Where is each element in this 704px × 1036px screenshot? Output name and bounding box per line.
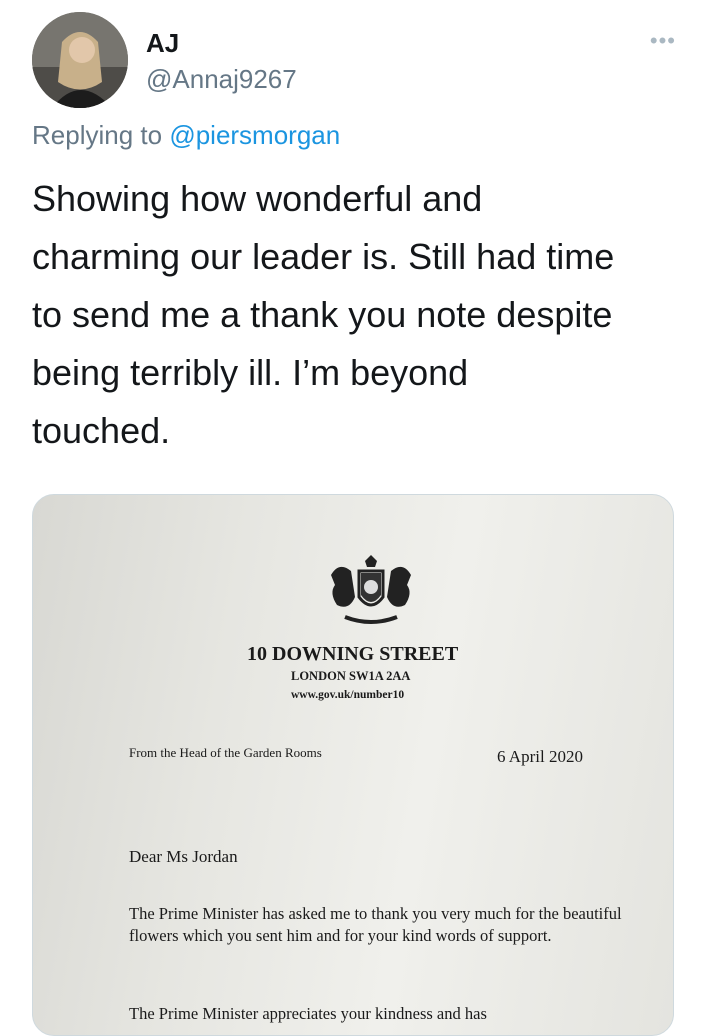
letter-date: 6 April 2020 xyxy=(497,747,583,766)
replying-to-label: Replying to xyxy=(32,120,163,150)
letter-salutation: Dear Ms Jordan xyxy=(129,847,238,866)
letterhead-website: www.gov.uk/number10 xyxy=(291,689,405,701)
letter-paragraph: The Prime Minister has asked me to thank… xyxy=(129,904,622,945)
letterhead-address: LONDON SW1A 2AA xyxy=(291,669,411,683)
display-name[interactable]: AJ xyxy=(146,28,179,59)
letterhead-title: 10 DOWNING STREET xyxy=(247,643,459,665)
royal-coat-of-arms-icon xyxy=(325,553,417,638)
mention-link[interactable]: @piersmorgan xyxy=(169,120,340,150)
letter-paragraph: The Prime Minister appreciates your kind… xyxy=(129,1004,487,1023)
avatar[interactable] xyxy=(32,12,128,108)
letter-from: From the Head of the Garden Rooms xyxy=(129,745,322,760)
tweet-text: Showing how wonderful and charming our l… xyxy=(32,178,615,451)
more-horizontal-icon[interactable]: ••• xyxy=(650,28,676,54)
tweet-photo[interactable]: 10 DOWNING STREET LONDON SW1A 2AA www.go… xyxy=(32,494,674,1036)
replying-to: Replying to @piersmorgan xyxy=(32,120,340,151)
user-handle[interactable]: @Annaj9267 xyxy=(146,64,297,95)
